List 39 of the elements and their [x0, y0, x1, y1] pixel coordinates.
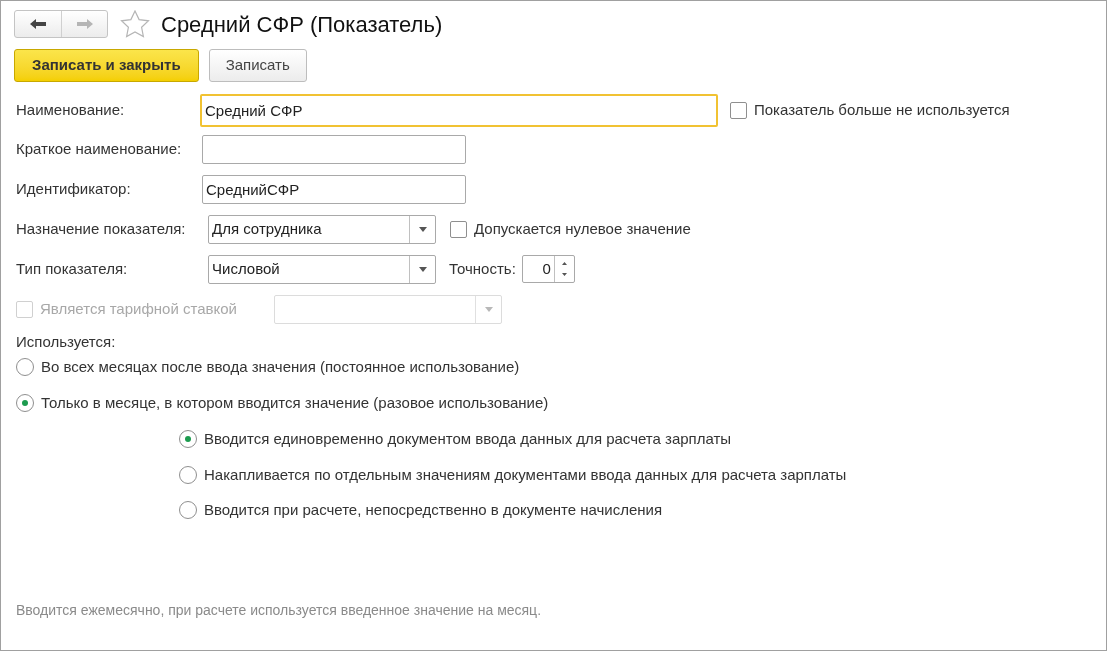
save-button[interactable]: Записать	[208, 49, 307, 82]
dropdown-field[interactable]: Для сотрудника	[208, 214, 436, 244]
save-and-close-button[interactable]: Записать и закрыть	[14, 49, 199, 82]
dropdown-caret-icon	[418, 226, 427, 232]
radio-button[interactable]	[179, 430, 197, 449]
checkbox[interactable]	[450, 220, 467, 238]
left-arrow-icon	[29, 18, 47, 30]
text-field[interactable]: Средний СФР	[200, 94, 718, 127]
radio-label: Во всех месяцах после ввода значения (постоянное использование)	[41, 357, 520, 377]
field-label: Краткое наименование:	[16, 138, 183, 159]
number-spinner[interactable]: 0	[521, 255, 575, 283]
radio-label: Накапливается по отдельным значениям документами ввода данных для расчета зарплаты	[204, 464, 847, 485]
spin-arrows-icon	[561, 262, 567, 276]
dropdown-field[interactable]: Числовой	[208, 254, 436, 284]
field-label: Идентификатор:	[16, 178, 132, 199]
checkbox-label: Является тарифной ставкой	[40, 298, 237, 319]
dropdown-caret-icon	[484, 306, 493, 312]
radio-label: Только в месяце, в котором вводится значение (разовое использование)	[41, 392, 549, 413]
field-label: Точность:	[449, 258, 516, 279]
text-field[interactable]	[202, 134, 466, 164]
radio-label: Вводится единовременно документом ввода данных для расчета зарплаты	[204, 429, 732, 449]
right-arrow-icon	[75, 18, 94, 30]
radio-button[interactable]	[16, 358, 34, 377]
radio-label: Вводится при расчете, непосредственно в документе начисления	[204, 500, 663, 520]
checkbox-label: Показатель больше не используется	[754, 100, 1010, 121]
field-label: Наименование:	[16, 100, 126, 121]
checkbox-label: Допускается нулевое значение	[474, 218, 691, 239]
checkbox[interactable]	[730, 102, 747, 119]
favorite-star-icon[interactable]	[120, 10, 150, 38]
field-label: Тип показателя:	[16, 258, 129, 279]
text-field[interactable]: СреднийСФР	[202, 174, 466, 204]
dropdown-caret-icon	[418, 266, 427, 272]
section-label: Используется:	[16, 333, 117, 351]
field-label: Назначение показателя:	[16, 218, 187, 239]
radio-button[interactable]	[179, 501, 197, 520]
window-title: Средний СФР (Показатель)	[161, 10, 443, 39]
radio-button[interactable]	[179, 465, 197, 484]
hint-text: Вводится ежемесячно, при расчете используется введенное значение на месяц.	[16, 600, 543, 620]
radio-button[interactable]	[16, 393, 34, 412]
